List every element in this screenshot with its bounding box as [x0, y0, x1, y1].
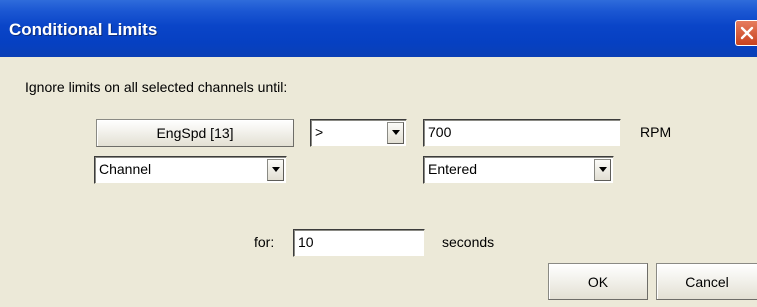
source-right-value: Entered	[428, 161, 478, 177]
ok-button[interactable]: OK	[548, 263, 648, 300]
source-right-select[interactable]: Entered	[423, 156, 614, 184]
window-title: Conditional Limits	[9, 20, 158, 39]
source-left-select[interactable]: Channel	[94, 156, 287, 184]
chevron-down-icon[interactable]	[387, 122, 404, 144]
duration-value: 10	[298, 234, 314, 250]
for-label: for:	[254, 234, 275, 250]
title-bar: Conditional Limits	[0, 0, 757, 57]
duration-unit-label: seconds	[442, 234, 495, 250]
channel-button[interactable]: EngSpd [13]	[96, 119, 294, 147]
threshold-value: 700	[428, 124, 452, 140]
chevron-down-icon[interactable]	[594, 159, 611, 181]
instruction-label: Ignore limits on all selected channels u…	[25, 79, 288, 95]
dialog-body: Ignore limits on all selected channels u…	[0, 57, 757, 307]
duration-input[interactable]: 10	[293, 229, 425, 257]
operator-select[interactable]: >	[310, 119, 407, 147]
unit-label: RPM	[640, 124, 672, 140]
cancel-button[interactable]: Cancel	[656, 263, 757, 300]
threshold-input[interactable]: 700	[423, 119, 621, 147]
source-left-value: Channel	[99, 161, 152, 177]
chevron-down-icon[interactable]	[267, 159, 284, 181]
close-button[interactable]	[735, 20, 757, 46]
close-icon	[740, 26, 754, 40]
operator-value: >	[315, 124, 324, 140]
